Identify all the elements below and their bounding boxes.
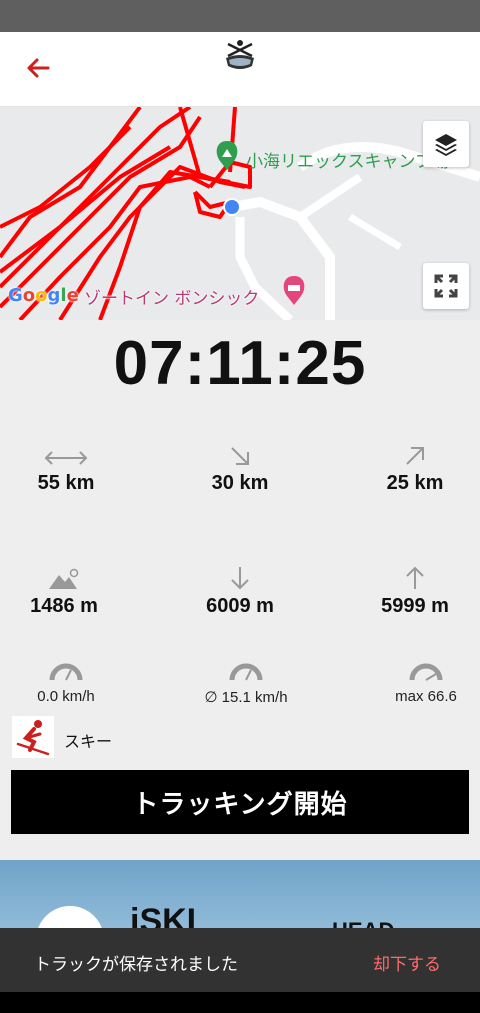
stat-average-speed: ∅ 15.1 km/h (166, 652, 326, 706)
horizontal-arrows-icon (44, 451, 88, 465)
stat-altitude: 1486 m (0, 561, 144, 618)
mountain-icon (49, 568, 79, 589)
stat-uphill-distance: 25 km (335, 438, 480, 495)
skier-logo-icon (220, 38, 260, 74)
speedometer-icon (49, 663, 83, 681)
arrow-up-right-icon (406, 447, 424, 465)
stat-ascent: 5999 m (335, 561, 480, 618)
fullscreen-icon (434, 274, 458, 298)
dismiss-button[interactable]: 却下する (373, 950, 441, 975)
status-bar (0, 0, 480, 32)
speedometer-icon (229, 663, 263, 681)
campsite-pin-icon (216, 141, 238, 170)
arrow-down-icon (231, 567, 249, 590)
stat-descent: 6009 m (160, 561, 320, 618)
snackbar: トラックが保存されました 却下する (0, 928, 480, 992)
map-view[interactable]: 小海リエックスキャンプ場 Google ゾートイン ボンシック (0, 107, 480, 320)
ski-icon (16, 720, 50, 756)
sport-type-label: スキー (64, 732, 113, 751)
fullscreen-button[interactable] (423, 263, 469, 309)
current-location-icon (223, 198, 241, 216)
stat-current-speed: 0.0 km/h (0, 652, 146, 705)
stat-downhill-distance: 30 km (160, 438, 320, 495)
speedometer-icon (409, 663, 443, 681)
arrow-up-icon (406, 566, 424, 589)
google-logo: Google (8, 285, 79, 306)
system-nav-bar (0, 992, 480, 1013)
snackbar-message: トラックが保存されました (34, 955, 238, 975)
back-button[interactable] (22, 52, 54, 84)
elapsed-time: 07:11:25 (113, 329, 367, 398)
layers-icon (435, 134, 457, 156)
campsite-label: 小海リエックスキャンプ場 (246, 152, 449, 172)
top-bar (0, 32, 480, 106)
stat-max-speed: max 66.6 (346, 652, 480, 705)
layers-button[interactable] (423, 121, 469, 167)
stat-total-distance: 55 km (0, 438, 146, 495)
arrow-down-right-icon (231, 447, 249, 465)
arrow-left-icon (27, 58, 50, 78)
start-tracking-button[interactable]: トラッキング開始 (11, 770, 469, 834)
hotel-label: ゾートイン ボンシック (84, 289, 260, 309)
sport-type-button[interactable] (12, 716, 54, 758)
hotel-pin-icon (283, 276, 305, 305)
